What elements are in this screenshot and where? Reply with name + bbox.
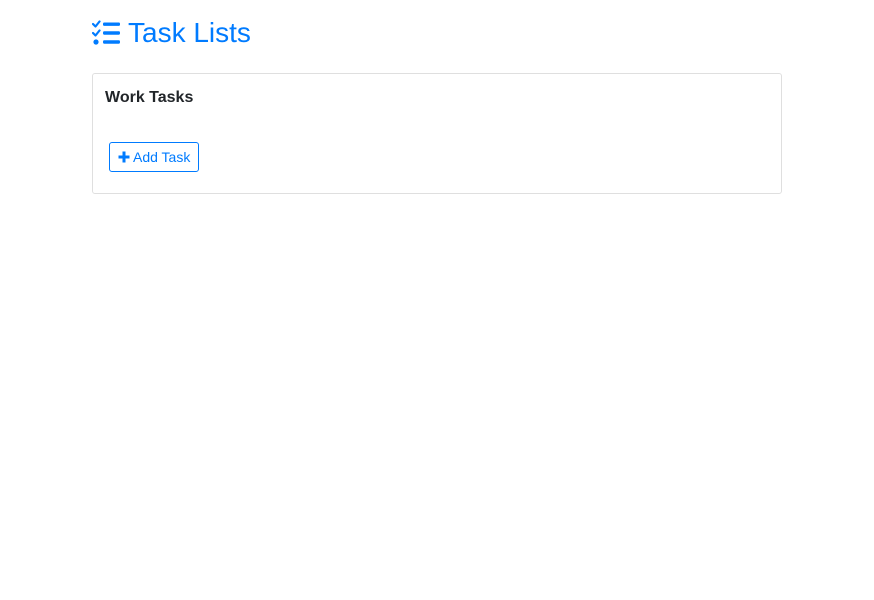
task-list-card: Work Tasks Add Task bbox=[92, 73, 782, 194]
page-header: Task Lists bbox=[92, 0, 782, 66]
tasks-icon bbox=[92, 20, 122, 46]
plus-icon bbox=[118, 151, 130, 163]
add-task-label: Add Task bbox=[133, 149, 191, 165]
page-title: Task Lists bbox=[128, 17, 251, 48]
add-task-button[interactable]: Add Task bbox=[109, 142, 200, 172]
task-list-title: Work Tasks bbox=[105, 89, 194, 106]
main-container: Task Lists Work Tasks Add Task bbox=[92, 0, 782, 194]
